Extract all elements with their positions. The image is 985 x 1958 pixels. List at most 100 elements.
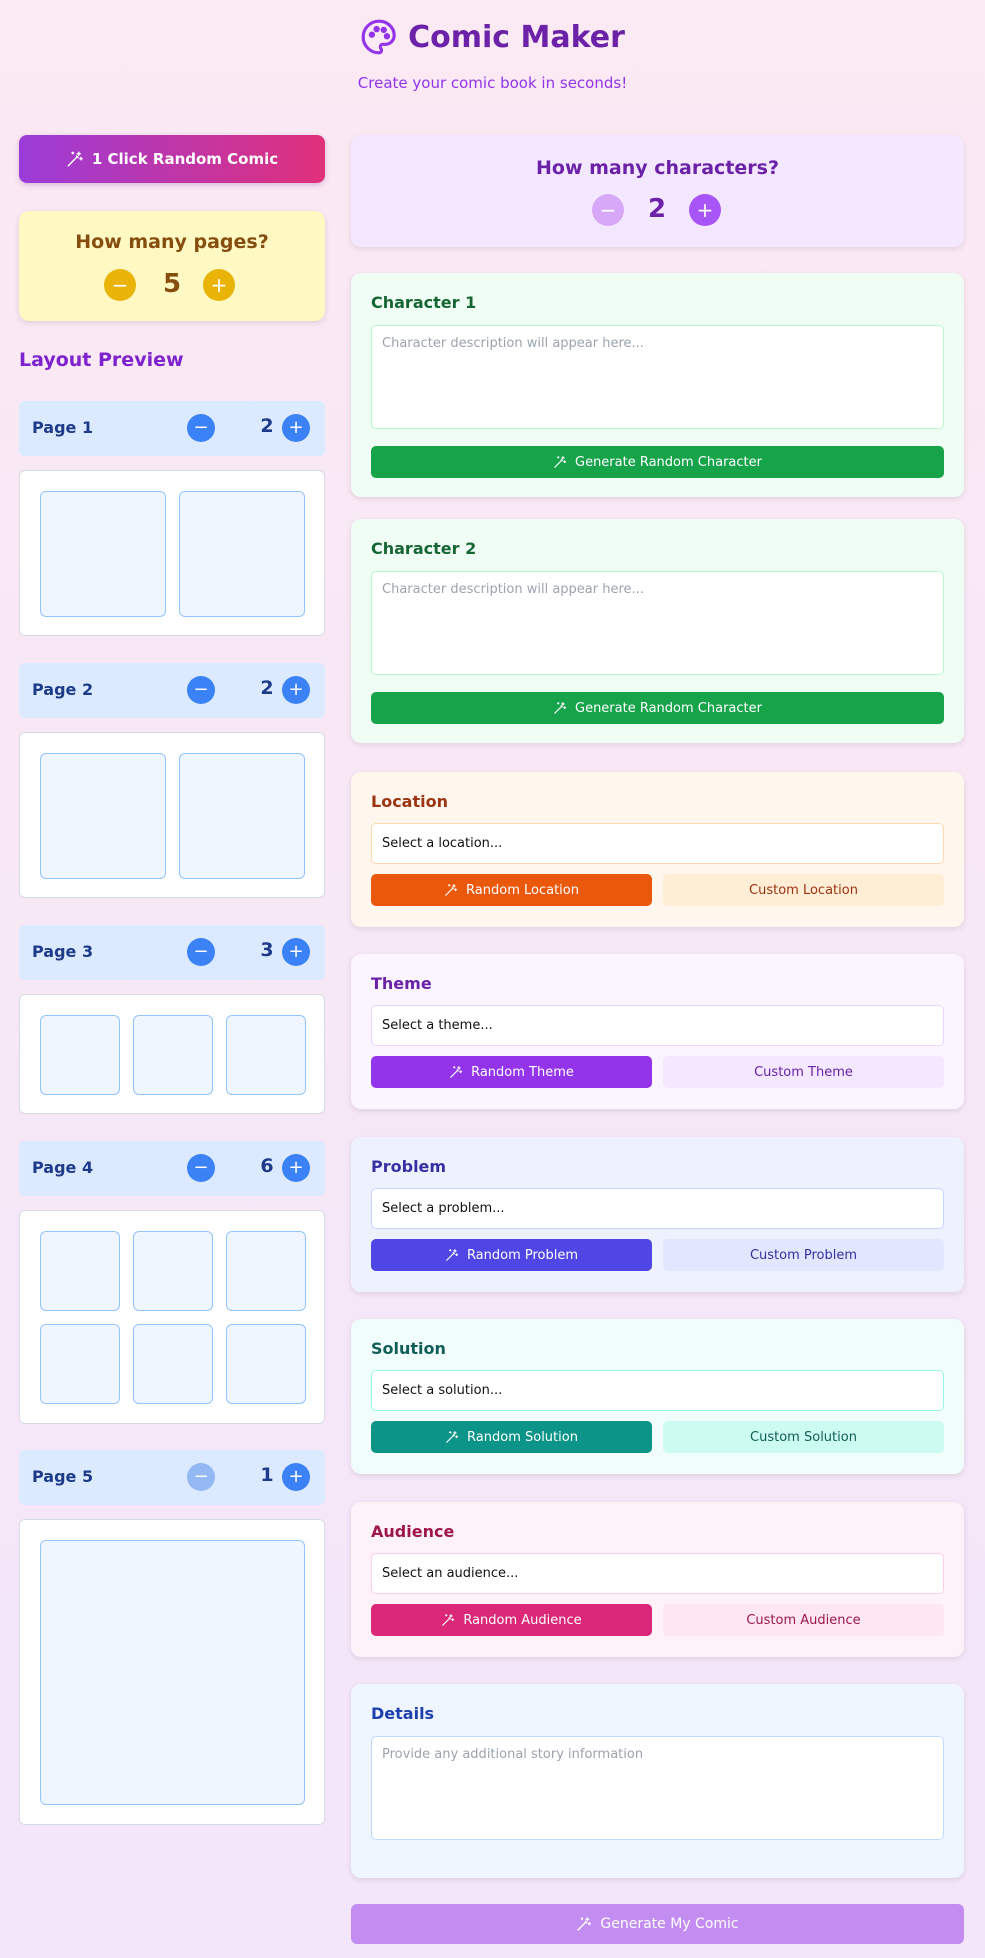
decrease-panels-button[interactable]: − — [187, 676, 215, 704]
characters-question: How many characters? — [535, 157, 779, 179]
character-2-card: Character 2 Character description will a… — [351, 519, 964, 743]
increase-panels-button[interactable]: + — [282, 938, 310, 966]
magic-wand-icon — [576, 1916, 592, 1932]
button-label: Random Audience — [463, 1612, 582, 1628]
decrease-panels-button[interactable]: − — [187, 938, 215, 966]
minus-icon: − — [193, 417, 209, 438]
button-label: Generate Random Character — [575, 700, 762, 716]
character-1-card: Character 1 Character description will a… — [351, 273, 964, 497]
increase-panels-button[interactable]: + — [282, 1154, 310, 1182]
random-theme-button[interactable]: Random Theme — [371, 1056, 652, 1088]
audience-select[interactable]: Select an audience... — [371, 1553, 944, 1594]
page-2-header: Page 2 − 2 + — [19, 663, 325, 718]
app-subtitle: Create your comic book in seconds! — [357, 74, 628, 92]
characters-count-card: How many characters? − 2 + — [351, 135, 964, 247]
custom-problem-button[interactable]: Custom Problem — [663, 1239, 944, 1271]
magic-wand-icon — [445, 1248, 459, 1262]
magic-wand-icon — [449, 1065, 463, 1079]
magic-wand-icon — [441, 1613, 455, 1627]
custom-solution-button[interactable]: Custom Solution — [663, 1421, 944, 1453]
comic-panel — [133, 1015, 213, 1095]
solution-select[interactable]: Select a solution... — [371, 1370, 944, 1411]
panel-count: 2 — [260, 415, 274, 437]
comic-panel — [226, 1324, 306, 1404]
custom-theme-button[interactable]: Custom Theme — [663, 1056, 944, 1088]
theme-select[interactable]: Select a theme... — [371, 1005, 944, 1046]
comic-panel — [226, 1015, 306, 1095]
random-comic-button[interactable]: 1 Click Random Comic — [19, 135, 325, 183]
custom-audience-button[interactable]: Custom Audience — [663, 1604, 944, 1636]
decrease-pages-button[interactable]: − — [104, 269, 136, 301]
characters-count: 2 — [647, 194, 667, 224]
decrease-panels-button[interactable]: − — [187, 414, 215, 442]
magic-wand-icon — [445, 1430, 459, 1444]
pages-question: How many pages? — [75, 231, 269, 253]
comic-panel — [40, 1015, 120, 1095]
page-5-preview — [19, 1519, 325, 1825]
page-1-header: Page 1 − 2 + — [19, 401, 325, 456]
decrease-characters-button[interactable]: − — [592, 194, 624, 226]
plus-icon: + — [288, 1157, 304, 1178]
details-input[interactable]: Provide any additional story information — [371, 1736, 944, 1840]
comic-panel — [40, 753, 166, 879]
generate-label: Generate My Comic — [600, 1916, 739, 1932]
generate-random-character-button[interactable]: Generate Random Character — [371, 446, 944, 478]
minus-icon: − — [193, 941, 209, 962]
decrease-panels-button[interactable]: − — [187, 1463, 215, 1491]
pages-count-card: How many pages? − 5 + — [19, 211, 325, 321]
random-audience-button[interactable]: Random Audience — [371, 1604, 652, 1636]
increase-characters-button[interactable]: + — [689, 194, 721, 226]
page-label: Page 4 — [32, 1158, 94, 1177]
solution-card: Solution Select a solution... Random Sol… — [351, 1319, 964, 1474]
location-select[interactable]: Select a location... — [371, 823, 944, 864]
character-description-input[interactable]: Character description will appear here..… — [371, 571, 944, 675]
details-title: Details — [371, 1704, 435, 1723]
page-3-header: Page 3 − 3 + — [19, 925, 325, 980]
magic-wand-icon — [66, 150, 84, 168]
button-label: Random Theme — [471, 1064, 574, 1080]
button-label: Generate Random Character — [575, 454, 762, 470]
plus-icon: + — [288, 941, 304, 962]
page-label: Page 5 — [32, 1467, 94, 1486]
details-card: Details Provide any additional story inf… — [351, 1684, 964, 1878]
page-3-preview — [19, 994, 325, 1114]
plus-icon: + — [288, 417, 304, 438]
character-title: Character 2 — [371, 539, 477, 558]
increase-pages-button[interactable]: + — [203, 269, 235, 301]
comic-panel — [40, 1231, 120, 1311]
comic-panel — [133, 1231, 213, 1311]
page-2-preview — [19, 732, 325, 898]
page-label: Page 3 — [32, 942, 94, 961]
comic-panel — [133, 1324, 213, 1404]
custom-location-button[interactable]: Custom Location — [663, 874, 944, 906]
decrease-panels-button[interactable]: − — [187, 1154, 215, 1182]
page-label: Page 2 — [32, 680, 94, 699]
generate-comic-button[interactable]: Generate My Comic — [351, 1904, 964, 1944]
page-1-preview — [19, 470, 325, 636]
generate-random-character-button[interactable]: Generate Random Character — [371, 692, 944, 724]
increase-panels-button[interactable]: + — [282, 1463, 310, 1491]
pages-count: 5 — [162, 269, 182, 299]
plus-icon: + — [696, 198, 714, 222]
theme-title: Theme — [371, 974, 432, 993]
audience-card: Audience Select an audience... Random Au… — [351, 1502, 964, 1657]
location-title: Location — [371, 792, 448, 811]
increase-panels-button[interactable]: + — [282, 414, 310, 442]
comic-panel — [40, 491, 166, 617]
comic-panel — [179, 491, 305, 617]
random-problem-button[interactable]: Random Problem — [371, 1239, 652, 1271]
random-solution-button[interactable]: Random Solution — [371, 1421, 652, 1453]
plus-icon: + — [210, 273, 228, 297]
magic-wand-icon — [553, 701, 567, 715]
problem-select[interactable]: Select a problem... — [371, 1188, 944, 1229]
panel-count: 1 — [260, 1464, 274, 1486]
theme-card: Theme Select a theme... Random Theme Cus… — [351, 954, 964, 1109]
random-location-button[interactable]: Random Location — [371, 874, 652, 906]
palette-icon — [360, 18, 398, 56]
character-description-input[interactable]: Character description will appear here..… — [371, 325, 944, 429]
panel-count: 3 — [260, 939, 274, 961]
button-label: Random Location — [466, 882, 579, 898]
button-label: Random Problem — [466, 1247, 579, 1263]
increase-panels-button[interactable]: + — [282, 676, 310, 704]
character-title: Character 1 — [371, 293, 477, 312]
